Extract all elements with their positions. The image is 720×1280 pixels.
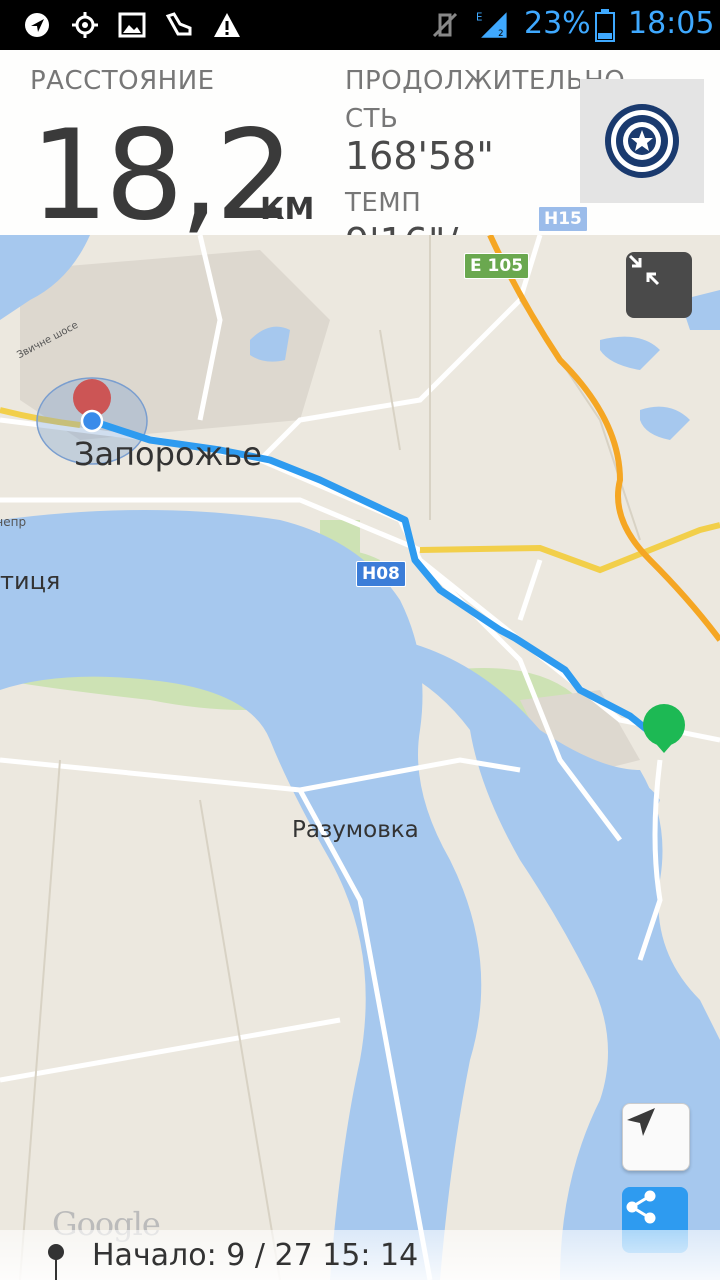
battery-icon bbox=[588, 8, 622, 42]
gps-icon bbox=[68, 8, 102, 42]
clock: 18:05 bbox=[628, 6, 715, 41]
start-info-bar: Начало: 9 / 27 15: 14 bbox=[0, 1230, 720, 1280]
image-icon bbox=[115, 8, 149, 42]
warning-icon bbox=[210, 8, 244, 42]
battery-percent: 23% bbox=[524, 6, 591, 41]
fullscreen-button[interactable] bbox=[626, 252, 692, 318]
distance-label: РАССТОЯНИЕ bbox=[30, 66, 215, 96]
road-shield-h15: H15 bbox=[538, 206, 588, 232]
navigation-icon bbox=[20, 8, 54, 42]
map-canvas bbox=[0, 235, 720, 1280]
achievement-badge-button[interactable] bbox=[580, 79, 704, 203]
start-time-text: Начало: 9 / 27 15: 14 bbox=[92, 1238, 419, 1273]
pace-label: ТЕМП bbox=[345, 188, 422, 218]
road-shield-h08: H08 bbox=[356, 561, 406, 587]
map-view[interactable]: Запорожье Разумовка тиця Днепр Звичне шо… bbox=[0, 235, 720, 1280]
my-location-button[interactable] bbox=[622, 1103, 690, 1171]
village-label: Разумовка bbox=[292, 817, 419, 843]
duration-label-line2: СТЬ bbox=[345, 104, 399, 134]
distance-unit: КМ bbox=[260, 192, 315, 227]
pace-value: 9'16"/ bbox=[345, 220, 458, 235]
stats-panel: РАССТОЯНИЕ 18,2 КМ ПРОДОЛЖИТЕЛЬНО СТЬ 16… bbox=[0, 50, 720, 235]
svg-text:2: 2 bbox=[498, 29, 503, 39]
signal-icon: E2 bbox=[476, 8, 510, 42]
navigation-arrow-icon bbox=[627, 1108, 655, 1136]
status-bar: E2 23% 18:05 bbox=[0, 0, 720, 50]
svg-text:E: E bbox=[476, 13, 482, 24]
distance-value: 18,2 bbox=[30, 104, 294, 235]
fullscreen-exit-icon bbox=[628, 254, 660, 286]
road-shield-e105: E 105 bbox=[464, 253, 530, 279]
river-label: Днепр bbox=[0, 515, 27, 529]
pin-icon bbox=[48, 1244, 64, 1280]
vibrate-off-icon bbox=[428, 8, 462, 42]
duration-value: 168'58" bbox=[345, 134, 494, 178]
share-icon bbox=[626, 1190, 656, 1224]
shield-star-icon bbox=[605, 104, 679, 178]
left-edge-label: тиця bbox=[0, 567, 61, 595]
running-shoe-icon bbox=[162, 8, 196, 42]
city-label: Запорожье bbox=[74, 435, 262, 473]
